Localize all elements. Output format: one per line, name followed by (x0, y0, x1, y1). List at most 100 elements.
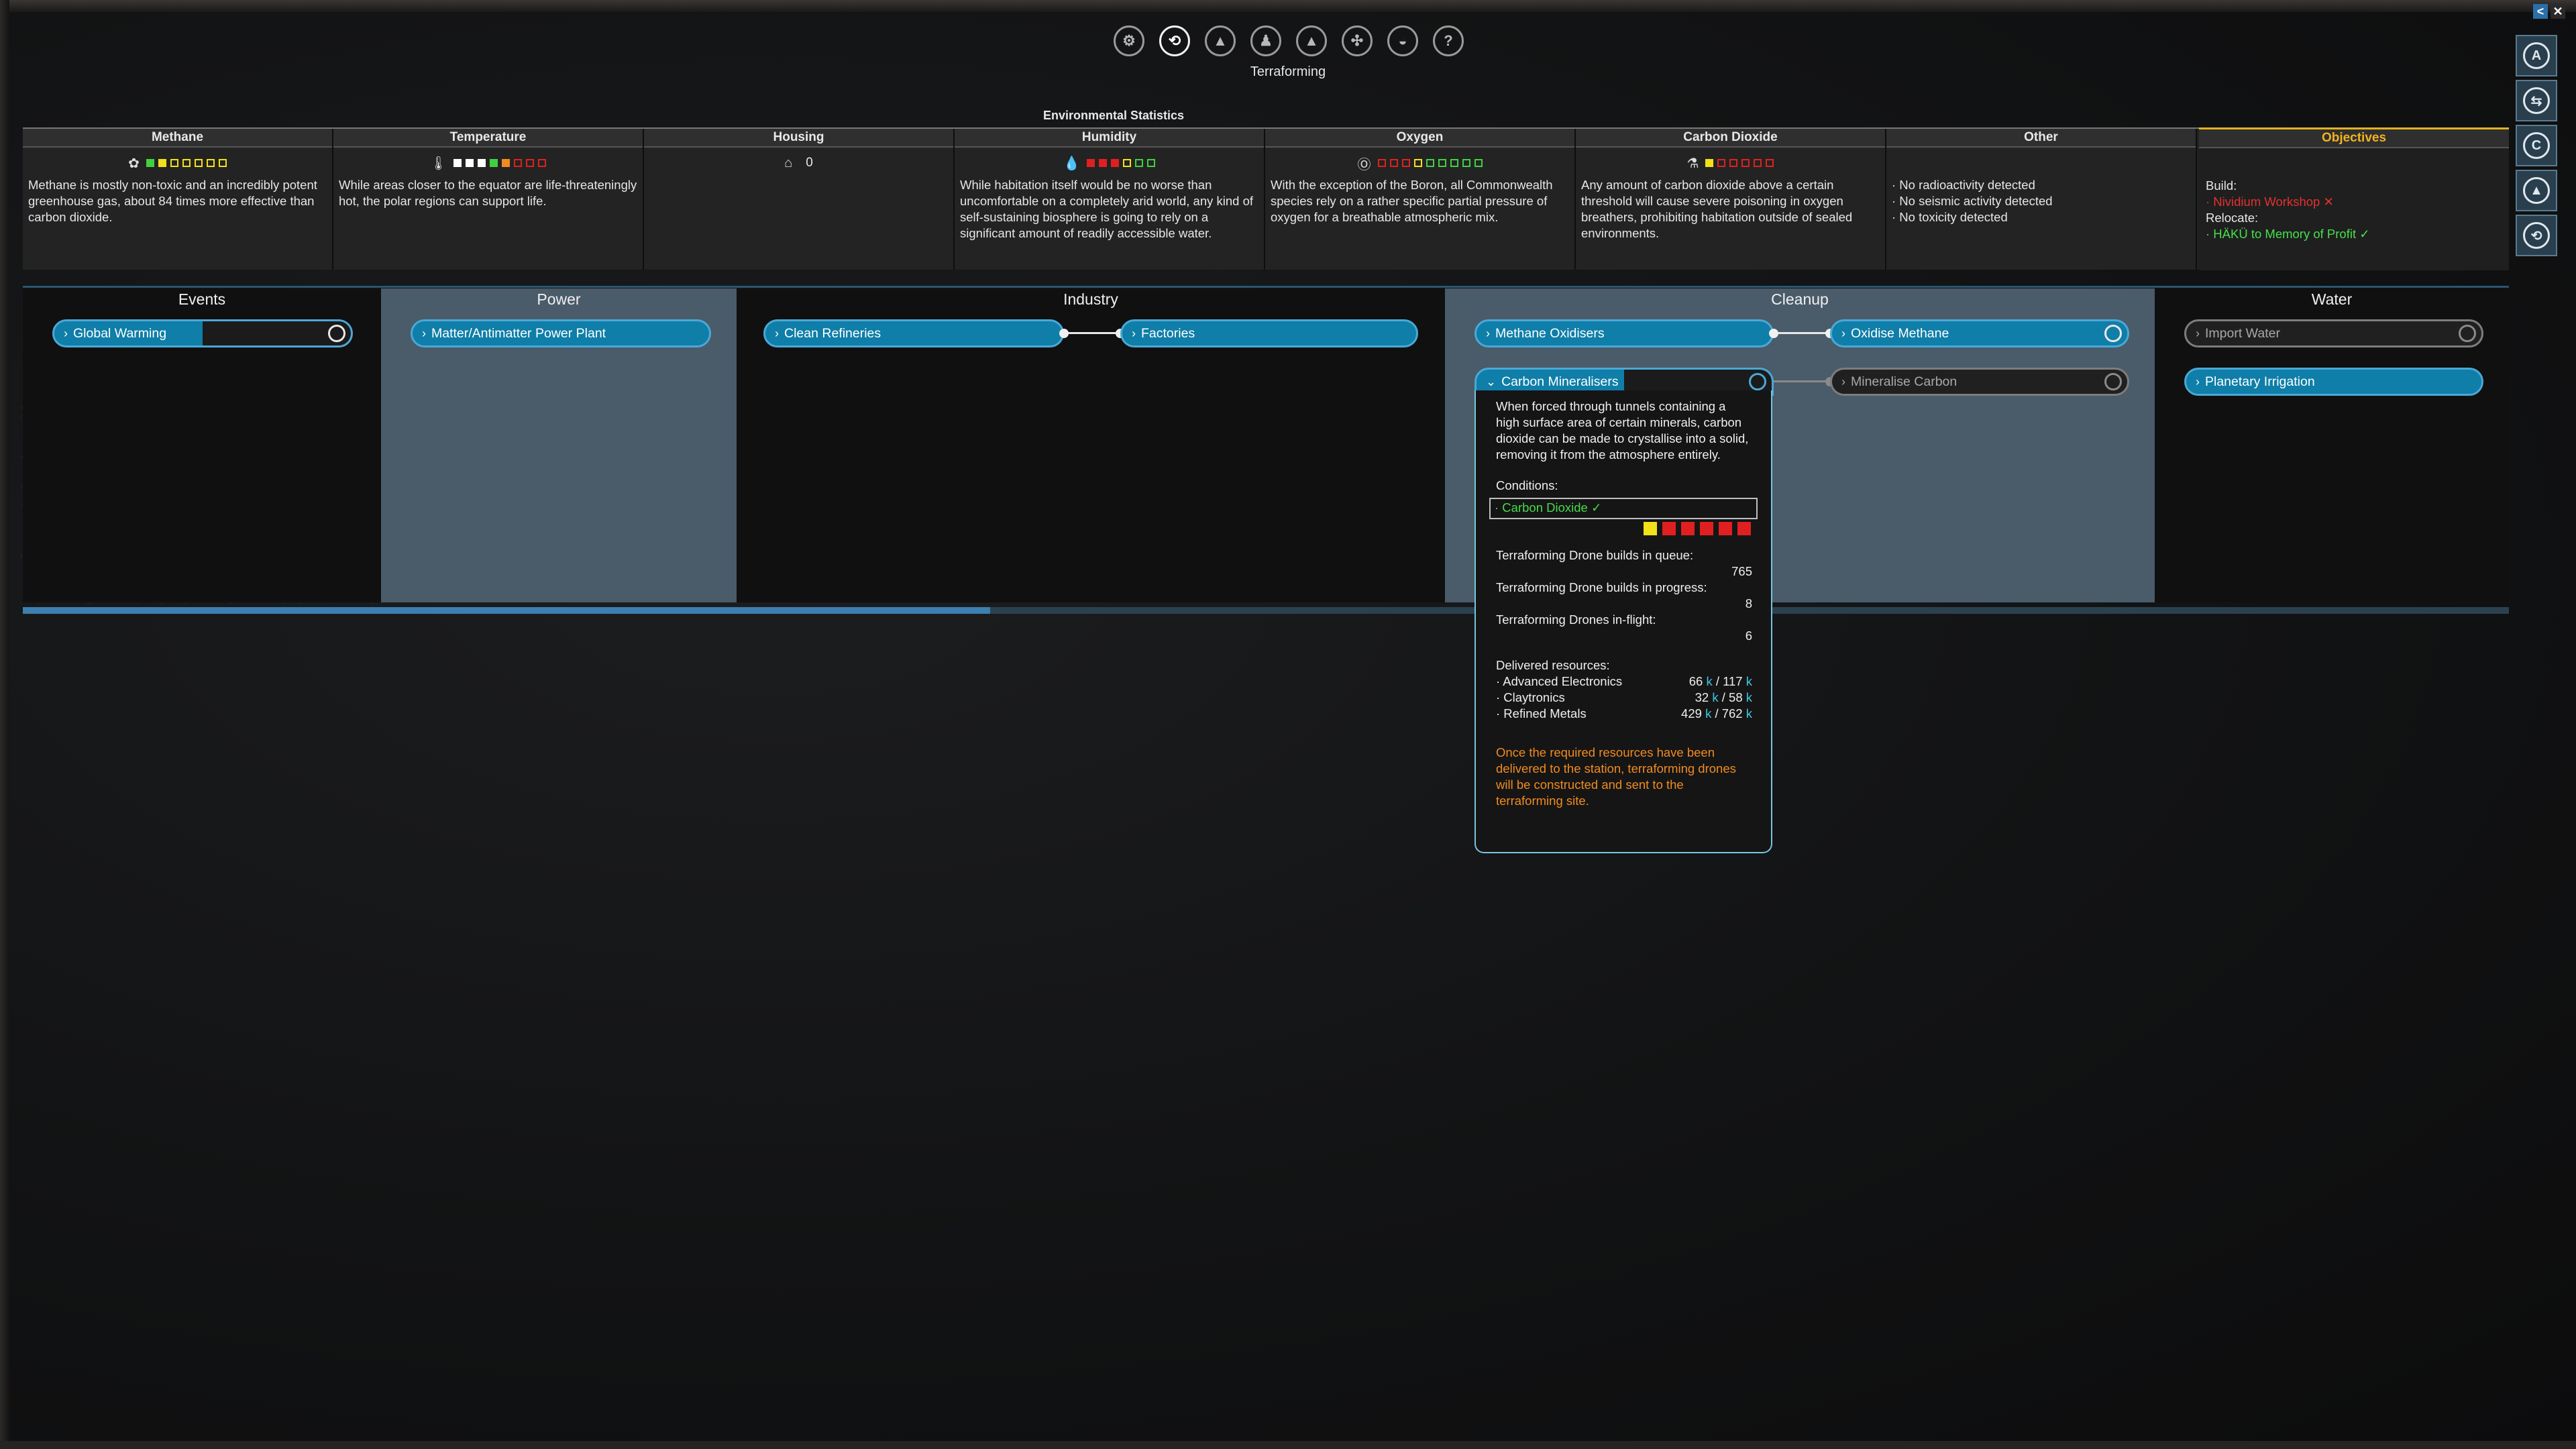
level-square (1438, 159, 1446, 167)
level-square (1401, 159, 1410, 167)
resource-row: · Refined Metals 429 k / 762 k (1496, 706, 1752, 722)
objective-relocate-item[interactable]: · HÄKÜ to Memory of Profit ✓ (2206, 226, 2502, 242)
methane-oxidisers-button[interactable]: › Methane Oxidisers (1474, 319, 1774, 347)
failed-icon: ✕ (2323, 195, 2334, 209)
cycle-icon[interactable] (2104, 373, 2122, 390)
flask-icon[interactable]: ▲ (1205, 25, 1236, 56)
env-description: · No radioactivity detected · No seismic … (1886, 174, 2196, 228)
env-indicator: ✿ (23, 152, 332, 174)
inflight-label: Terraforming Drones in-flight: (1496, 612, 1656, 627)
resource-name: · Advanced Electronics (1496, 674, 1623, 688)
import-water-button[interactable]: › Import Water (2184, 319, 2483, 347)
side-button-1[interactable]: A (2516, 35, 2557, 76)
window-frame-top (0, 0, 2576, 12)
temperature-icon: 🌡 (429, 156, 447, 171)
humidity-icon: 💧 (1063, 156, 1080, 171)
side-button-4[interactable]: ▲ (2516, 170, 2557, 211)
objective-build-item[interactable]: · Nividium Workshop ✕ (2206, 194, 2502, 210)
wrench-icon[interactable]: ♟ (1250, 25, 1281, 56)
condition-level-square (1681, 522, 1695, 535)
side-button-5-icon: ⟲ (2523, 222, 2550, 249)
queue-value: 765 (1731, 564, 1752, 578)
side-button-5[interactable]: ⟲ (2516, 215, 2557, 256)
level-square (1766, 159, 1774, 167)
env-stats-title: Environmental Statistics (1042, 109, 1185, 122)
top-navigation: ⚙ ⟲ ▲ ♟ ▲ ✣ ◒? (1114, 25, 1464, 56)
level-square (1110, 159, 1119, 167)
help-icon[interactable]: ? (1433, 25, 1464, 56)
level-square (453, 159, 462, 167)
matter-antimatter-power-plant-button[interactable]: › Matter/Antimatter Power Plant (411, 319, 711, 347)
clean-refineries-button[interactable]: › Clean Refineries (763, 319, 1064, 347)
close-button[interactable]: ✕ (2551, 4, 2565, 19)
level-square (158, 159, 166, 167)
objectives-title: Objectives (2199, 129, 2509, 148)
methane-icon: ✿ (128, 156, 140, 171)
env-line: · No toxicity detected (1892, 210, 2008, 224)
rocket-icon[interactable]: ▲ (1296, 25, 1327, 56)
oxidise-methane-label: Oxidise Methane (1851, 325, 1949, 341)
level-square (1413, 159, 1422, 167)
env-description: With the exception of the Boron, all Com… (1271, 178, 1553, 224)
env-indicator: ⚗ (1576, 152, 1885, 174)
level-square (1389, 159, 1398, 167)
side-button-4-icon: ▲ (2523, 177, 2550, 204)
progress-ring-icon (1749, 373, 1766, 390)
side-button-3-icon: C (2523, 132, 2550, 159)
factories-button[interactable]: › Factories (1120, 319, 1418, 347)
terraforming-icon[interactable]: ⟲ (1159, 25, 1190, 56)
level-square (1741, 159, 1750, 167)
env-column-other: Other · No radioactivity detected · No sei… (1886, 129, 2197, 270)
resource-amount: 429 k / 762 k (1681, 706, 1752, 720)
global-warming-button[interactable]: › Global Warming (52, 319, 353, 347)
env-description (644, 174, 953, 180)
cycle-icon[interactable] (328, 325, 345, 342)
gear-icon[interactable]: ⚙ (1114, 25, 1144, 56)
check-icon: ✓ (2359, 227, 2370, 241)
env-column-temperature: Temperature 🌡 While areas closer to the eq… (333, 129, 644, 270)
side-button-3[interactable]: C (2516, 125, 2557, 166)
env-column-oxygen: Oxygen Ⓞ With the exception of the Boron, … (1265, 129, 1576, 270)
resource-list: · Advanced Electronics 66 k / 117 k · Clay… (1496, 674, 1752, 722)
condition-indicator (1476, 522, 1751, 535)
condition-level-square (1737, 522, 1751, 535)
methane-oxidisers-label: Methane Oxidisers (1495, 325, 1605, 341)
clean-refineries-label: Clean Refineries (784, 325, 881, 341)
side-button-2[interactable]: ⇆ (2516, 80, 2557, 121)
level-square (466, 159, 474, 167)
env-column-methane: Methane ✿ Methane is mostly non-toxic and … (23, 129, 333, 270)
chevron-right-icon: › (422, 326, 426, 340)
condition-level-square (1662, 522, 1676, 535)
housing-icon: ⌂ (784, 155, 793, 170)
condition-level-square (1700, 522, 1713, 535)
level-square (1122, 159, 1131, 167)
cleanup-title: Cleanup (1771, 290, 1829, 308)
env-column-title: Methane (23, 129, 332, 148)
condition-level-square (1644, 522, 1657, 535)
env-indicator: ⌂ 0 (644, 152, 953, 174)
oxidise-methane-button[interactable]: › Oxidise Methane (1830, 319, 2129, 347)
level-square (478, 159, 486, 167)
level-square (490, 159, 498, 167)
dome-icon[interactable]: ◒ (1387, 25, 1418, 56)
water-title: Water (2311, 290, 2353, 308)
network-icon[interactable]: ✣ (1342, 25, 1373, 56)
mineralise-carbon-button[interactable]: › Mineralise Carbon (1830, 368, 2129, 396)
cycle-icon[interactable] (2104, 325, 2122, 342)
progress-label: Terraforming Drone builds in progress: (1496, 580, 1707, 594)
env-column-carbon-dioxide: Carbon Dioxide ⚗ Any amount of carbon diox… (1576, 129, 1886, 270)
env-stats-bar: Methane ✿ Methane is mostly non-toxic and … (23, 127, 2199, 270)
back-button[interactable]: < (2533, 4, 2548, 19)
planetary-irrigation-button[interactable]: › Planetary Irrigation (2184, 368, 2483, 396)
side-button-2-icon: ⇆ (2523, 87, 2550, 114)
events-title: Events (178, 290, 226, 308)
env-column-title: Housing (644, 129, 953, 148)
scrollbar-thumb[interactable] (23, 607, 990, 614)
window-frame-left (0, 0, 9, 1449)
cycle-icon[interactable] (2459, 325, 2476, 342)
env-indicator: 💧 (955, 152, 1264, 174)
resource-name: · Claytronics (1496, 690, 1565, 704)
housing-value: 0 (806, 156, 813, 170)
level-square (146, 159, 154, 167)
power-panel: Power › Matter/Antimatter Power Plant (381, 288, 737, 602)
